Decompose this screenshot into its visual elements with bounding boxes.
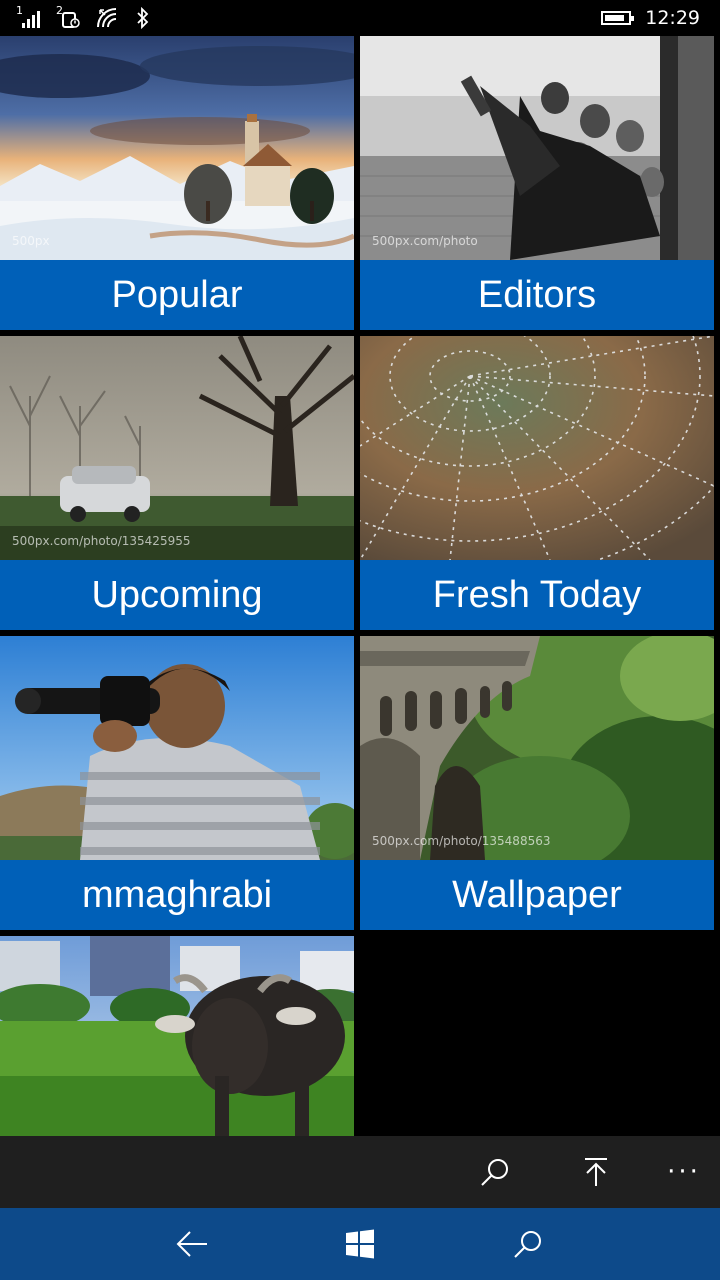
scroll-to-top-button[interactable] — [576, 1152, 616, 1192]
tile-wallpaper[interactable]: 500px.com/photo/135488563 Wallpaper — [360, 636, 714, 930]
tile-popular-label: Popular — [0, 260, 354, 330]
tile-popular[interactable]: 500px Popular — [0, 36, 354, 330]
start-button[interactable] — [340, 1224, 380, 1264]
popular-photo: 500px — [0, 36, 354, 260]
status-bar: 1 2 12:29 — [0, 0, 720, 36]
buffalo-photo — [0, 936, 354, 1136]
upcoming-photo: 500px.com/photo/135425955 — [0, 336, 354, 560]
signal-strength-sim2-icon: 2 — [56, 4, 82, 29]
editors-watermark: 500px.com/photo — [372, 234, 478, 248]
more-button[interactable]: ··· — [664, 1152, 704, 1192]
app-bar: ··· — [0, 1136, 720, 1208]
tile-upcoming[interactable]: 500px.com/photo/135425955 Upcoming — [0, 336, 354, 630]
windows-logo-icon — [346, 1229, 374, 1259]
wallpaper-watermark: 500px.com/photo/135488563 — [372, 834, 551, 848]
search-button[interactable] — [475, 1152, 515, 1192]
wallpaper-photo: 500px.com/photo/135488563 — [360, 636, 714, 876]
search-icon — [481, 1159, 508, 1186]
more-icon: ··· — [667, 1157, 701, 1187]
back-button[interactable] — [172, 1224, 212, 1264]
tile-fresh-today-label: Fresh Today — [360, 560, 714, 630]
tile-editors[interactable]: 500px.com/photo Editors — [360, 36, 714, 330]
back-arrow-icon — [176, 1231, 207, 1257]
popular-watermark: 500px — [12, 234, 50, 248]
upcoming-watermark: 500px.com/photo/135425955 — [12, 534, 191, 548]
battery-icon — [601, 11, 635, 25]
clock: 12:29 — [645, 7, 700, 29]
tile-mmaghrabi[interactable]: mmaghrabi — [0, 636, 354, 930]
editors-photo: 500px.com/photo — [360, 36, 714, 260]
mmaghrabi-photo — [0, 636, 354, 860]
tile-mmaghrabi-label: mmaghrabi — [0, 860, 354, 930]
wifi-icon — [97, 8, 117, 28]
fresh-today-photo — [360, 336, 714, 582]
tile-wallpaper-label: Wallpaper — [360, 860, 714, 930]
tile-editors-label: Editors — [360, 260, 714, 330]
scroll-to-top-icon — [585, 1158, 607, 1186]
bluetooth-icon — [137, 7, 149, 29]
cortana-search-icon — [514, 1231, 541, 1258]
tile-7[interactable] — [0, 936, 354, 1136]
tile-upcoming-label: Upcoming — [0, 560, 354, 630]
navigation-bar — [0, 1208, 720, 1280]
cortana-search-button[interactable] — [508, 1224, 548, 1264]
signal-strength-sim1-icon: 1 — [16, 4, 42, 29]
tile-fresh-today[interactable]: Fresh Today — [360, 336, 714, 630]
